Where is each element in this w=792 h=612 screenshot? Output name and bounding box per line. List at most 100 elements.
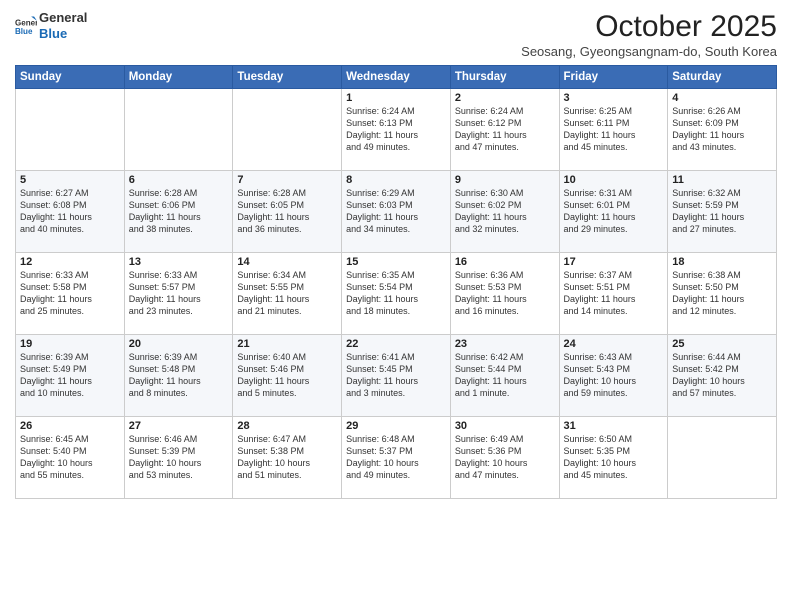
table-row: 20Sunrise: 6:39 AM Sunset: 5:48 PM Dayli…: [124, 335, 233, 417]
table-row: 29Sunrise: 6:48 AM Sunset: 5:37 PM Dayli…: [342, 417, 451, 499]
table-row: 31Sunrise: 6:50 AM Sunset: 5:35 PM Dayli…: [559, 417, 668, 499]
day-number: 20: [129, 338, 229, 350]
day-info: Sunrise: 6:25 AM Sunset: 6:11 PM Dayligh…: [564, 105, 664, 154]
day-info: Sunrise: 6:41 AM Sunset: 5:45 PM Dayligh…: [346, 351, 446, 400]
table-row: 12Sunrise: 6:33 AM Sunset: 5:58 PM Dayli…: [16, 253, 125, 335]
table-row: 23Sunrise: 6:42 AM Sunset: 5:44 PM Dayli…: [450, 335, 559, 417]
day-number: 7: [237, 174, 337, 186]
day-info: Sunrise: 6:47 AM Sunset: 5:38 PM Dayligh…: [237, 433, 337, 482]
header-wednesday: Wednesday: [342, 66, 451, 89]
day-info: Sunrise: 6:36 AM Sunset: 5:53 PM Dayligh…: [455, 269, 555, 318]
day-number: 23: [455, 338, 555, 350]
table-row: 27Sunrise: 6:46 AM Sunset: 5:39 PM Dayli…: [124, 417, 233, 499]
svg-text:Blue: Blue: [15, 27, 33, 36]
day-info: Sunrise: 6:49 AM Sunset: 5:36 PM Dayligh…: [455, 433, 555, 482]
day-number: 12: [20, 256, 120, 268]
day-info: Sunrise: 6:26 AM Sunset: 6:09 PM Dayligh…: [672, 105, 772, 154]
day-number: 30: [455, 420, 555, 432]
svg-text:General: General: [15, 18, 37, 27]
day-number: 28: [237, 420, 337, 432]
calendar-week-row: 5Sunrise: 6:27 AM Sunset: 6:08 PM Daylig…: [16, 171, 777, 253]
table-row: 17Sunrise: 6:37 AM Sunset: 5:51 PM Dayli…: [559, 253, 668, 335]
day-info: Sunrise: 6:43 AM Sunset: 5:43 PM Dayligh…: [564, 351, 664, 400]
day-number: 2: [455, 92, 555, 104]
header: General Blue General Blue October 2025 S…: [15, 10, 777, 59]
day-number: 11: [672, 174, 772, 186]
day-number: 22: [346, 338, 446, 350]
calendar-week-row: 1Sunrise: 6:24 AM Sunset: 6:13 PM Daylig…: [16, 89, 777, 171]
table-row: 7Sunrise: 6:28 AM Sunset: 6:05 PM Daylig…: [233, 171, 342, 253]
table-row: 19Sunrise: 6:39 AM Sunset: 5:49 PM Dayli…: [16, 335, 125, 417]
day-number: 21: [237, 338, 337, 350]
day-number: 24: [564, 338, 664, 350]
table-row: 16Sunrise: 6:36 AM Sunset: 5:53 PM Dayli…: [450, 253, 559, 335]
table-row: 3Sunrise: 6:25 AM Sunset: 6:11 PM Daylig…: [559, 89, 668, 171]
table-row: 11Sunrise: 6:32 AM Sunset: 5:59 PM Dayli…: [668, 171, 777, 253]
table-row: 4Sunrise: 6:26 AM Sunset: 6:09 PM Daylig…: [668, 89, 777, 171]
day-info: Sunrise: 6:28 AM Sunset: 6:05 PM Dayligh…: [237, 187, 337, 236]
day-number: 19: [20, 338, 120, 350]
table-row: 8Sunrise: 6:29 AM Sunset: 6:03 PM Daylig…: [342, 171, 451, 253]
day-number: 14: [237, 256, 337, 268]
header-tuesday: Tuesday: [233, 66, 342, 89]
logo-icon: General Blue: [15, 15, 37, 37]
day-info: Sunrise: 6:46 AM Sunset: 5:39 PM Dayligh…: [129, 433, 229, 482]
day-info: Sunrise: 6:31 AM Sunset: 6:01 PM Dayligh…: [564, 187, 664, 236]
day-number: 25: [672, 338, 772, 350]
header-monday: Monday: [124, 66, 233, 89]
day-info: Sunrise: 6:32 AM Sunset: 5:59 PM Dayligh…: [672, 187, 772, 236]
day-number: 15: [346, 256, 446, 268]
day-number: 4: [672, 92, 772, 104]
day-info: Sunrise: 6:39 AM Sunset: 5:49 PM Dayligh…: [20, 351, 120, 400]
table-row: 28Sunrise: 6:47 AM Sunset: 5:38 PM Dayli…: [233, 417, 342, 499]
table-row: 10Sunrise: 6:31 AM Sunset: 6:01 PM Dayli…: [559, 171, 668, 253]
day-info: Sunrise: 6:30 AM Sunset: 6:02 PM Dayligh…: [455, 187, 555, 236]
day-info: Sunrise: 6:24 AM Sunset: 6:12 PM Dayligh…: [455, 105, 555, 154]
day-number: 10: [564, 174, 664, 186]
table-row: 13Sunrise: 6:33 AM Sunset: 5:57 PM Dayli…: [124, 253, 233, 335]
day-number: 17: [564, 256, 664, 268]
header-sunday: Sunday: [16, 66, 125, 89]
calendar-week-row: 12Sunrise: 6:33 AM Sunset: 5:58 PM Dayli…: [16, 253, 777, 335]
day-number: 6: [129, 174, 229, 186]
table-row: 30Sunrise: 6:49 AM Sunset: 5:36 PM Dayli…: [450, 417, 559, 499]
table-row: 21Sunrise: 6:40 AM Sunset: 5:46 PM Dayli…: [233, 335, 342, 417]
logo-general: General: [39, 10, 87, 26]
day-info: Sunrise: 6:28 AM Sunset: 6:06 PM Dayligh…: [129, 187, 229, 236]
title-block: October 2025 Seosang, Gyeongsangnam-do, …: [521, 10, 777, 59]
day-number: 27: [129, 420, 229, 432]
day-info: Sunrise: 6:33 AM Sunset: 5:57 PM Dayligh…: [129, 269, 229, 318]
header-thursday: Thursday: [450, 66, 559, 89]
month-title: October 2025: [521, 10, 777, 43]
day-info: Sunrise: 6:39 AM Sunset: 5:48 PM Dayligh…: [129, 351, 229, 400]
day-number: 8: [346, 174, 446, 186]
day-number: 3: [564, 92, 664, 104]
day-number: 5: [20, 174, 120, 186]
table-row: 15Sunrise: 6:35 AM Sunset: 5:54 PM Dayli…: [342, 253, 451, 335]
table-row: 5Sunrise: 6:27 AM Sunset: 6:08 PM Daylig…: [16, 171, 125, 253]
day-info: Sunrise: 6:50 AM Sunset: 5:35 PM Dayligh…: [564, 433, 664, 482]
logo-blue: Blue: [39, 26, 87, 42]
calendar-week-row: 26Sunrise: 6:45 AM Sunset: 5:40 PM Dayli…: [16, 417, 777, 499]
table-row: 6Sunrise: 6:28 AM Sunset: 6:06 PM Daylig…: [124, 171, 233, 253]
day-number: 16: [455, 256, 555, 268]
day-info: Sunrise: 6:37 AM Sunset: 5:51 PM Dayligh…: [564, 269, 664, 318]
table-row: 18Sunrise: 6:38 AM Sunset: 5:50 PM Dayli…: [668, 253, 777, 335]
day-number: 13: [129, 256, 229, 268]
calendar-table: Sunday Monday Tuesday Wednesday Thursday…: [15, 65, 777, 499]
table-row: 26Sunrise: 6:45 AM Sunset: 5:40 PM Dayli…: [16, 417, 125, 499]
day-info: Sunrise: 6:48 AM Sunset: 5:37 PM Dayligh…: [346, 433, 446, 482]
day-info: Sunrise: 6:35 AM Sunset: 5:54 PM Dayligh…: [346, 269, 446, 318]
table-row: [233, 89, 342, 171]
table-row: [16, 89, 125, 171]
table-row: 22Sunrise: 6:41 AM Sunset: 5:45 PM Dayli…: [342, 335, 451, 417]
day-number: 9: [455, 174, 555, 186]
page-container: General Blue General Blue October 2025 S…: [0, 0, 792, 504]
logo: General Blue General Blue: [15, 10, 87, 41]
day-number: 26: [20, 420, 120, 432]
table-row: [668, 417, 777, 499]
day-info: Sunrise: 6:34 AM Sunset: 5:55 PM Dayligh…: [237, 269, 337, 318]
table-row: 2Sunrise: 6:24 AM Sunset: 6:12 PM Daylig…: [450, 89, 559, 171]
header-saturday: Saturday: [668, 66, 777, 89]
table-row: 9Sunrise: 6:30 AM Sunset: 6:02 PM Daylig…: [450, 171, 559, 253]
